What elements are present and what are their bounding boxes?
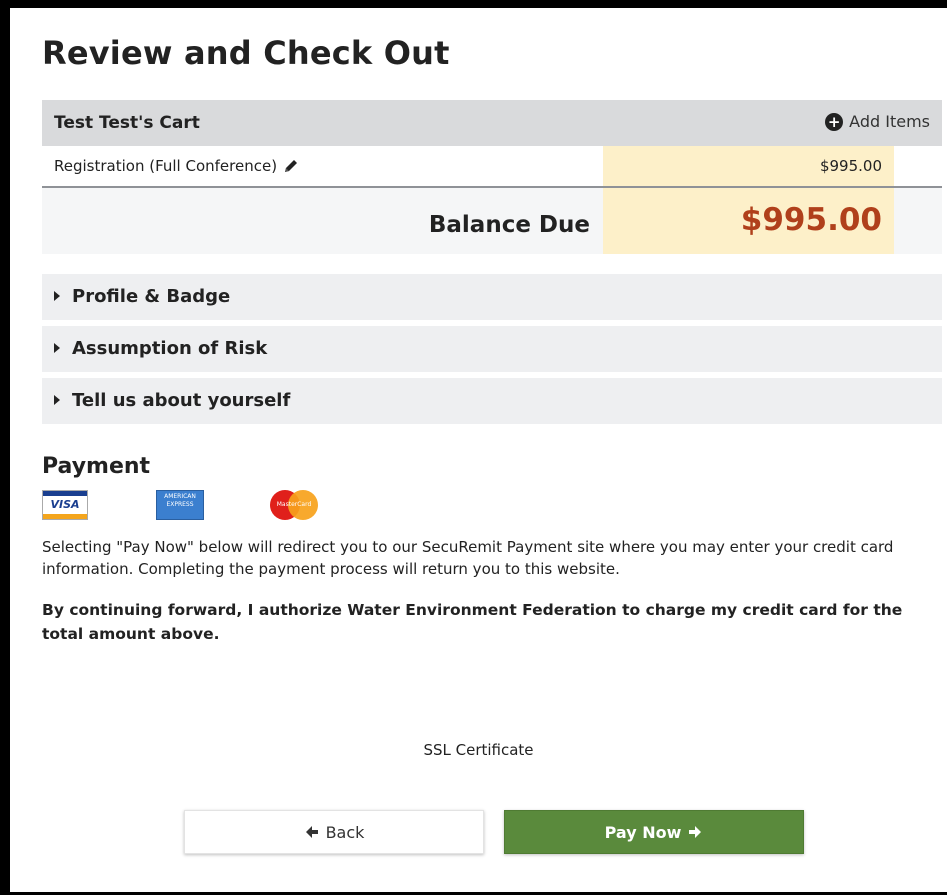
accordion-label: Profile & Badge xyxy=(72,286,231,307)
line-item-amount-cell: $995.00 xyxy=(603,146,894,186)
payment-title: Payment xyxy=(42,454,151,479)
payment-instructions: Selecting "Pay Now" below will redirect … xyxy=(42,538,894,578)
line-item-amount: $995.00 xyxy=(819,157,882,175)
caret-right-icon xyxy=(54,291,60,301)
cart-title: Test Test's Cart xyxy=(54,113,200,133)
page-title: Review and Check Out xyxy=(42,34,450,72)
caret-right-icon xyxy=(54,343,60,353)
line-item-label: Registration (Full Conference) xyxy=(54,157,278,175)
payment-authorization: By continuing forward, I authorize Water… xyxy=(42,601,903,643)
visa-card-icon: VISA xyxy=(42,490,88,520)
amex-card-icon: AMERICAN EXPRESS xyxy=(156,490,204,520)
visa-logo-text: VISA xyxy=(50,498,80,511)
arrow-left-icon xyxy=(304,824,320,840)
accordion-label: Assumption of Risk xyxy=(72,338,268,359)
caret-right-icon xyxy=(54,395,60,405)
cart-header: Test Test's Cart + Add Items xyxy=(42,100,942,146)
balance-row: Balance Due $995.00 xyxy=(42,188,942,254)
amex-logo-text: AMERICAN EXPRESS xyxy=(164,493,196,508)
plus-circle-icon: + xyxy=(825,112,844,131)
mastercard-logo-text: MasterCard xyxy=(276,501,312,508)
pencil-edit-icon[interactable] xyxy=(283,158,299,174)
pay-now-button[interactable]: Pay Now xyxy=(504,810,804,854)
ssl-certificate[interactable]: SSL Certificate xyxy=(10,741,947,759)
accordion-tell-us-about-yourself[interactable]: Tell us about yourself xyxy=(42,378,942,424)
balance-due-label: Balance Due xyxy=(428,212,590,238)
balance-amount-cell: $995.00 xyxy=(603,188,894,254)
line-item-label-group: Registration (Full Conference) xyxy=(54,157,299,175)
accordion-label: Tell us about yourself xyxy=(72,390,291,411)
back-button-label: Back xyxy=(325,822,365,842)
add-items-button[interactable]: + Add Items xyxy=(825,112,930,131)
accordion-assumption-of-risk[interactable]: Assumption of Risk xyxy=(42,326,942,372)
back-button[interactable]: Back xyxy=(184,810,484,854)
mastercard-card-icon: MasterCard xyxy=(270,490,320,520)
pay-now-button-label: Pay Now xyxy=(604,822,682,842)
checkout-panel: Review and Check Out Test Test's Cart + … xyxy=(10,8,947,892)
balance-due-amount: $995.00 xyxy=(740,202,882,238)
accordion-profile-badge[interactable]: Profile & Badge xyxy=(42,274,942,320)
arrow-right-icon xyxy=(687,824,703,840)
add-items-label: Add Items xyxy=(849,112,930,131)
cart-line-item: Registration (Full Conference) $995.00 xyxy=(42,146,942,188)
